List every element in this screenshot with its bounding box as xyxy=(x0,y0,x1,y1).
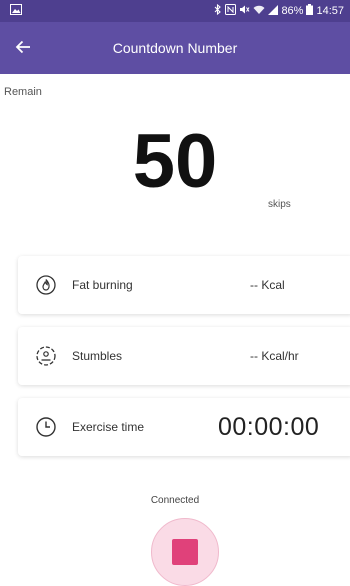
stat-card-stumbles: Stumbles -- Kcal/hr xyxy=(18,327,350,385)
stat-label: Fat burning xyxy=(72,278,133,292)
stop-icon xyxy=(172,539,198,565)
status-bar: 86% 14:57 xyxy=(0,0,350,22)
app-bar: Countdown Number xyxy=(0,22,350,74)
stat-value: -- Kcal xyxy=(250,278,285,292)
battery-icon xyxy=(306,4,314,18)
stop-button[interactable] xyxy=(151,518,219,586)
bluetooth-icon xyxy=(214,3,222,18)
nfc-icon xyxy=(225,4,237,18)
fire-icon xyxy=(35,274,57,296)
battery-percent: 86% xyxy=(281,5,304,17)
mute-icon xyxy=(239,4,250,18)
stat-card-exercise-time: Exercise time 00:00:00 xyxy=(18,398,350,456)
stat-label: Exercise time xyxy=(72,420,145,434)
exercise-time-value: 00:00:00 xyxy=(218,412,320,441)
connection-status: Connected xyxy=(150,495,200,506)
stat-value: -- Kcal/hr xyxy=(250,349,299,363)
image-icon xyxy=(10,4,22,18)
clock-icon xyxy=(35,416,57,438)
arrow-left-icon xyxy=(15,37,31,60)
back-button[interactable] xyxy=(0,22,46,74)
remaining-unit: skips xyxy=(268,199,291,210)
wifi-icon xyxy=(253,5,265,18)
stat-label: Stumbles xyxy=(72,349,123,363)
signal-icon xyxy=(268,4,279,18)
stumble-icon xyxy=(35,345,57,367)
clock-time: 14:57 xyxy=(316,5,344,17)
remaining-count: 50 xyxy=(132,119,218,204)
page-title: Countdown Number xyxy=(112,40,238,56)
remain-label: Remain xyxy=(4,86,42,98)
stat-card-fat-burning: Fat burning -- Kcal xyxy=(18,256,350,314)
